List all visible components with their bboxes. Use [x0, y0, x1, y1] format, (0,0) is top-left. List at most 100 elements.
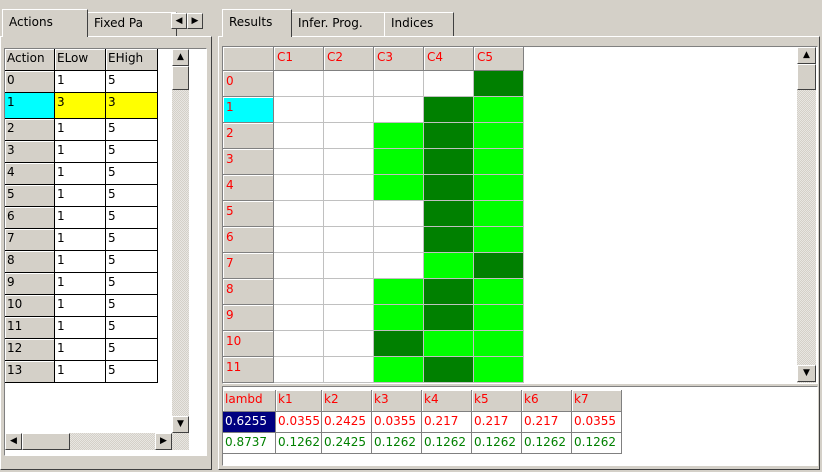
row-header[interactable]: 10	[5, 295, 55, 317]
tab-actions[interactable]: Actions	[2, 9, 88, 37]
result-cell[interactable]	[474, 175, 524, 201]
lambda-column-header[interactable]: k4	[422, 390, 472, 412]
table-cell[interactable]: 5	[106, 185, 158, 207]
table-cell[interactable]: 1	[55, 71, 106, 93]
lambda-value-cell[interactable]: 0.1262	[276, 433, 322, 454]
result-cell[interactable]	[374, 227, 424, 253]
result-cell[interactable]	[424, 331, 474, 357]
result-cell[interactable]	[274, 279, 324, 305]
lambda-value-cell[interactable]: 0.0355	[276, 412, 322, 433]
row-header[interactable]: 11	[223, 357, 274, 383]
result-cell[interactable]	[474, 97, 524, 123]
row-header[interactable]: 7	[223, 253, 274, 279]
result-cell[interactable]	[274, 227, 324, 253]
lambda-value-cell[interactable]: 0.217	[422, 412, 472, 433]
result-cell[interactable]	[324, 279, 374, 305]
table-cell[interactable]: 5	[106, 71, 158, 93]
results-grid-vscroll[interactable]	[797, 47, 816, 383]
lambda-value-cell[interactable]: 0.217	[472, 412, 522, 433]
lambda-value-cell[interactable]: 0.8737	[223, 433, 276, 454]
table-cell[interactable]: 1	[55, 361, 106, 383]
result-cell[interactable]	[424, 253, 474, 279]
lambda-column-header[interactable]: lambd	[223, 390, 276, 412]
result-cell[interactable]	[274, 331, 324, 357]
result-cell[interactable]	[424, 97, 474, 123]
table-cell[interactable]: 1	[55, 119, 106, 141]
row-header[interactable]: 1	[223, 97, 274, 123]
lambda-column-header[interactable]: k1	[276, 390, 322, 412]
result-cell[interactable]	[324, 305, 374, 331]
column-header[interactable]: ELow	[55, 49, 106, 71]
row-header[interactable]: 8	[223, 279, 274, 305]
result-cell[interactable]	[324, 123, 374, 149]
result-cell[interactable]	[324, 227, 374, 253]
table-cell[interactable]: 5	[106, 229, 158, 251]
actions-scroll-down-button[interactable]: ▼	[172, 416, 189, 433]
result-cell[interactable]	[474, 123, 524, 149]
result-cell[interactable]	[274, 357, 324, 383]
column-header[interactable]: C4	[424, 47, 474, 71]
table-cell[interactable]: 5	[106, 317, 158, 339]
column-header[interactable]: C3	[374, 47, 424, 71]
column-header[interactable]: Action	[5, 49, 55, 71]
lambda-value-cell[interactable]: 0.0355	[372, 412, 422, 433]
table-cell[interactable]: 5	[106, 295, 158, 317]
result-cell[interactable]	[474, 331, 524, 357]
result-cell[interactable]	[274, 253, 324, 279]
result-cell[interactable]	[324, 97, 374, 123]
table-cell[interactable]: 1	[55, 295, 106, 317]
result-cell[interactable]	[374, 279, 424, 305]
lambda-value-cell[interactable]: 0.0355	[572, 412, 622, 433]
tab-fixed-params[interactable]: Fixed Pa	[87, 12, 177, 36]
results-scroll-thumb[interactable]	[797, 64, 816, 90]
lambda-column-header[interactable]: k5	[472, 390, 522, 412]
result-cell[interactable]	[324, 149, 374, 175]
result-cell[interactable]	[274, 71, 324, 97]
lambda-value-cell[interactable]: 0.1262	[472, 433, 522, 454]
row-header[interactable]: 9	[5, 273, 55, 295]
lambda-value-cell[interactable]: 0.1262	[522, 433, 572, 454]
result-cell[interactable]	[374, 97, 424, 123]
row-header[interactable]: 3	[223, 149, 274, 175]
result-cell[interactable]	[374, 331, 424, 357]
table-cell[interactable]: 1	[55, 163, 106, 185]
result-cell[interactable]	[474, 227, 524, 253]
table-cell[interactable]: 5	[106, 141, 158, 163]
result-cell[interactable]	[424, 71, 474, 97]
row-header[interactable]: 8	[5, 251, 55, 273]
column-header[interactable]: C1	[274, 47, 324, 71]
result-cell[interactable]	[374, 175, 424, 201]
lambda-value-cell[interactable]: 0.2425	[322, 412, 372, 433]
result-cell[interactable]	[324, 71, 374, 97]
result-cell[interactable]	[424, 227, 474, 253]
row-header[interactable]: 4	[223, 175, 274, 201]
results-scroll-down-button[interactable]: ▼	[797, 365, 816, 382]
result-cell[interactable]	[374, 357, 424, 383]
actions-hscroll-thumb[interactable]	[22, 433, 70, 450]
column-header[interactable]: C2	[324, 47, 374, 71]
result-cell[interactable]	[274, 305, 324, 331]
actions-scroll-up-button[interactable]: ▲	[172, 49, 189, 66]
row-header[interactable]: 0	[223, 71, 274, 97]
column-header[interactable]: EHigh	[106, 49, 158, 71]
tab-scroll-right-button[interactable]: ▶	[187, 13, 203, 29]
result-cell[interactable]	[424, 201, 474, 227]
table-cell[interactable]: 3	[106, 93, 158, 119]
table-cell[interactable]: 1	[55, 207, 106, 229]
row-header[interactable]: 5	[223, 201, 274, 227]
result-cell[interactable]	[424, 305, 474, 331]
result-cell[interactable]	[324, 201, 374, 227]
lambda-column-header[interactable]: k7	[572, 390, 622, 412]
tab-scroll-left-button[interactable]: ◀	[171, 13, 187, 29]
tab-infer-prog[interactable]: Infer. Prog.	[291, 12, 385, 36]
row-header[interactable]: 11	[5, 317, 55, 339]
lambda-value-cell[interactable]: 0.2425	[322, 433, 372, 454]
table-cell[interactable]: 5	[106, 361, 158, 383]
table-cell[interactable]: 1	[55, 273, 106, 295]
result-cell[interactable]	[474, 305, 524, 331]
result-cell[interactable]	[374, 201, 424, 227]
lambda-value-cell[interactable]: 0.1262	[372, 433, 422, 454]
result-cell[interactable]	[424, 149, 474, 175]
result-cell[interactable]	[374, 149, 424, 175]
tab-results[interactable]: Results	[222, 9, 292, 37]
